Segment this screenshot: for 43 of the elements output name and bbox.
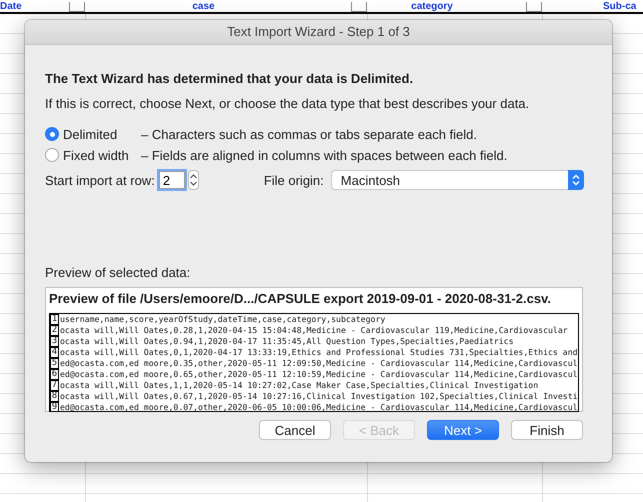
filter-button[interactable] (69, 2, 85, 12)
row-number: 5 (50, 358, 59, 369)
data-line: ed@ocasta.com,ed moore,0.65,other,2020-05-11 12:10:59,Medicine - Cardiovascular 114,Medicine,Cardiovascul (60, 369, 578, 380)
heading-text: The Text Wizard has determined that your data is Delimited. (45, 71, 414, 87)
dialog-button[interactable]: Next > (427, 420, 499, 440)
row-number-field[interactable]: 2 (158, 171, 185, 189)
chevron-icon (568, 170, 584, 190)
filter-button[interactable] (351, 2, 367, 12)
data-line: ocasta will,Will Oates,0,1,2020-04-17 13:33:19,Ethics and Professional Studies 731,Specialties,Ethics and (60, 347, 578, 358)
radio-option[interactable]: Delimited (45, 126, 141, 142)
data-line: ocasta will,Will Oates,0.94,1,2020-04-17 11:35:45,All Question Types,Specialties,Paediatrics (60, 336, 514, 347)
data-line: ocasta will,Will Oates,0.28,1,2020-04-15 15:04:48,Medicine - Cardiovascular 119,Medicine,Cardiovascular (60, 325, 568, 336)
data-line: ed@ocasta.com,ed moore,0.35,other,2020-05-11 12:09:50,Medicine - Cardiovascular 114,Medicine,Cardiovascul (60, 358, 578, 369)
row-number: 1 (50, 314, 59, 325)
row-number: 2 (50, 325, 59, 336)
column-header[interactable]: category (411, 1, 453, 12)
row-number: 9 (50, 402, 59, 411)
file-origin-dropdown[interactable]: Macintosh (330, 170, 584, 190)
preview-title: Preview of file /Users/emoore/D.../CAPSULE export 2019-09-01 - 2020-08-31-2.csv. (49, 290, 552, 308)
dialog-button[interactable]: Finish (511, 420, 583, 440)
field-label: Start import at row: (45, 172, 155, 188)
data-line: username,name,score,yearOfStudy,dateTime,case,category,subcategory (60, 314, 386, 325)
section-label: Preview of selected data: (45, 265, 192, 280)
option-description: – Characters such as commas or tabs separate each field. (141, 126, 477, 142)
column-header[interactable]: Sub-ca (603, 1, 636, 12)
data-line: ed@ocasta.com,ed moore,0.07,other,2020-06-05 10:00:06,Medicine - Cardiovascular 114,Medicine,Cardiovascul (60, 402, 578, 411)
column-header[interactable]: case (192, 1, 215, 12)
row-number: 4 (50, 347, 59, 358)
stepper-control[interactable] (188, 170, 199, 190)
row-number: 6 (50, 369, 59, 380)
filter-button[interactable] (526, 2, 542, 12)
row-number: 8 (50, 391, 59, 402)
data-line: ocasta will,Will Oates,0.67,1,2020-05-14 10:27:16,Clinical Investigation 102,Specialties,Clinical Investi (60, 391, 578, 402)
window-title: Text Import Wizard - Step 1 of 3 (25, 20, 612, 45)
data-line: ocasta will,Will Oates,1,1,2020-05-14 10:27:02,Case Maker Case,Specialties,Clinical Investigation (60, 380, 538, 391)
option-description: – Fields are aligned in columns with spaces between each field. (141, 148, 508, 162)
row-number: 3 (50, 336, 59, 347)
radio-option[interactable]: Fixed width (45, 148, 141, 162)
row-number: 7 (50, 380, 59, 391)
description-text: If this is correct, choose Next, or choose the data type that best describes your data. (45, 96, 530, 112)
field-label: File origin: (264, 172, 324, 188)
dialog-button[interactable]: Cancel (259, 420, 331, 440)
column-header[interactable]: Date (0, 1, 22, 12)
